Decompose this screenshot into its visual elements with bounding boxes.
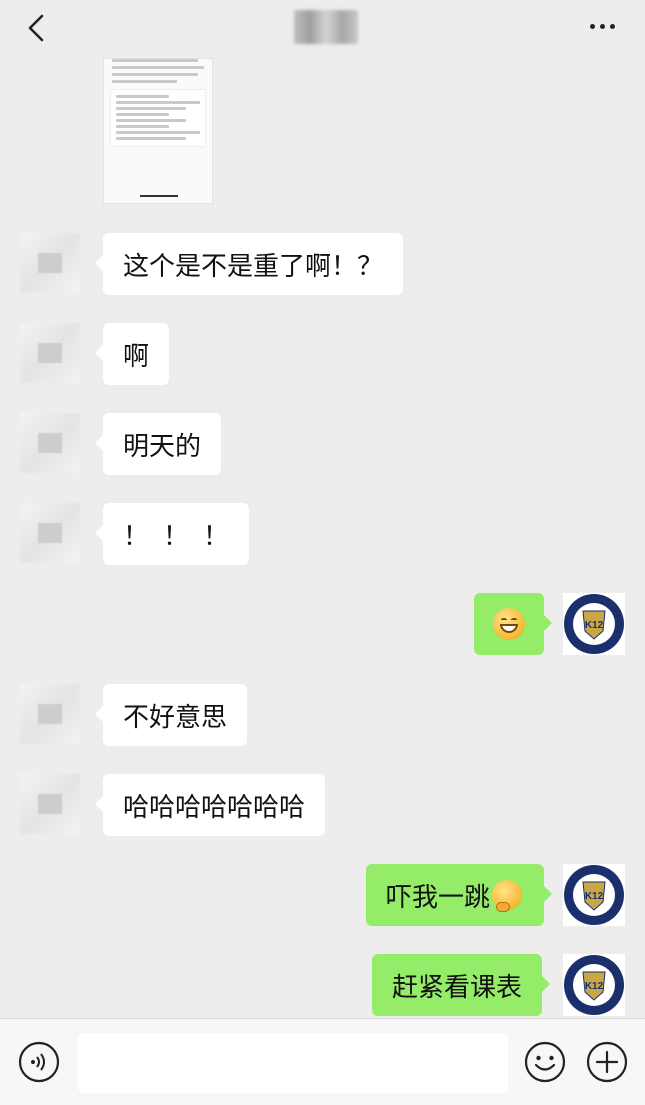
k12-logo-icon: K12 bbox=[564, 865, 624, 925]
message-bubble[interactable]: 不好意思 bbox=[94, 684, 248, 746]
avatar[interactable] bbox=[20, 684, 80, 744]
message-list[interactable]: 这个是不是重了啊！？ 啊 明天的 ！！！ K12 不好意思 哈哈哈哈哈哈哈 吓我… bbox=[0, 58, 645, 1018]
avatar[interactable] bbox=[20, 413, 80, 473]
message-bubble[interactable]: 这个是不是重了啊！？ bbox=[94, 233, 404, 295]
avatar[interactable] bbox=[20, 774, 80, 834]
avatar-mine[interactable]: K12 bbox=[563, 954, 625, 1016]
avatar-mine[interactable]: K12 bbox=[563, 593, 625, 655]
avatar[interactable] bbox=[20, 323, 80, 383]
avatar[interactable] bbox=[20, 503, 80, 563]
k12-logo-icon: K12 bbox=[564, 955, 624, 1015]
message-bubble-mine[interactable] bbox=[474, 593, 552, 655]
message-bubble[interactable]: 明天的 bbox=[94, 413, 222, 475]
chat-title bbox=[294, 10, 358, 44]
message-bubble[interactable]: 啊 bbox=[94, 323, 170, 385]
message-text: 吓我一跳 bbox=[386, 882, 491, 913]
message-bubble-mine[interactable]: 赶紧看课表 bbox=[372, 954, 551, 1016]
message-bubble-mine[interactable]: 吓我一跳 bbox=[366, 864, 552, 926]
k12-logo-icon: K12 bbox=[564, 594, 624, 654]
svg-text:K12: K12 bbox=[585, 620, 604, 631]
chevron-left-icon[interactable] bbox=[20, 10, 56, 46]
plus-icon[interactable] bbox=[586, 1041, 628, 1083]
message-bubble[interactable]: 哈哈哈哈哈哈哈 bbox=[94, 774, 326, 836]
svg-text:K12: K12 bbox=[585, 891, 604, 902]
voice-icon[interactable] bbox=[18, 1041, 60, 1083]
shared-image-message[interactable] bbox=[103, 58, 213, 204]
avatar-mine[interactable]: K12 bbox=[563, 864, 625, 926]
avatar[interactable] bbox=[20, 233, 80, 293]
grin-emoji-icon bbox=[493, 608, 525, 640]
chat-header bbox=[0, 0, 645, 58]
svg-text:K12: K12 bbox=[585, 981, 604, 992]
thinking-emoji-icon bbox=[492, 880, 523, 912]
more-dots-icon[interactable] bbox=[590, 24, 615, 29]
emoji-icon[interactable] bbox=[524, 1041, 566, 1083]
message-input[interactable] bbox=[78, 1033, 508, 1093]
message-bubble[interactable]: ！！！ bbox=[94, 503, 250, 565]
input-bar bbox=[0, 1018, 645, 1105]
